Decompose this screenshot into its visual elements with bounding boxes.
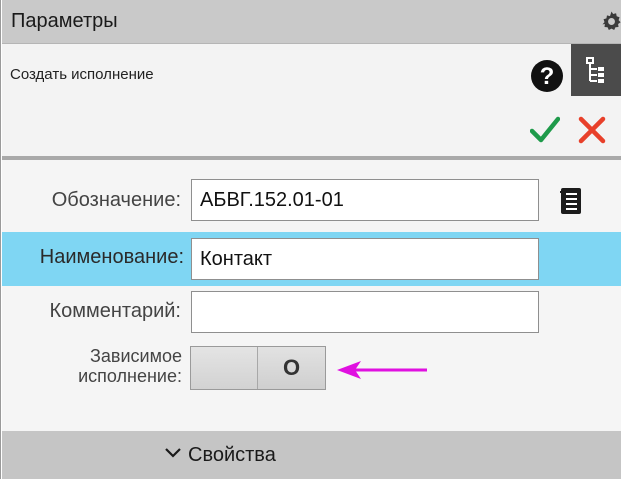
help-icon[interactable]: ? — [530, 59, 564, 93]
properties-expand-button[interactable]: Свойства — [164, 444, 276, 467]
dependent-version-label-line1: Зависимое — [90, 346, 182, 366]
panel-title: Параметры — [11, 10, 118, 32]
command-name: Создать исполнение — [10, 66, 154, 83]
dependent-version-label: Зависимое исполнение: — [62, 346, 182, 386]
panel-header: Параметры — [2, 0, 621, 44]
properties-section-header[interactable]: Свойства — [2, 431, 621, 479]
name-label: Наименование: — [39, 246, 184, 268]
comment-field[interactable] — [191, 291, 539, 333]
dependent-version-toggle[interactable]: O — [190, 346, 326, 390]
comment-label: Комментарий: — [49, 300, 181, 322]
dependent-version-label-line2: исполнение: — [78, 366, 182, 386]
command-area: Создать исполнение ? — [2, 44, 621, 156]
properties-form: Обозначение: АБВГ.152.01-01 Наименование… — [2, 160, 621, 431]
toggle-on-segment[interactable]: O — [258, 347, 325, 389]
name-field[interactable]: Контакт — [191, 238, 539, 280]
tree-view-button[interactable] — [571, 44, 621, 96]
toggle-off-segment[interactable] — [191, 347, 258, 389]
properties-label: Свойства — [188, 444, 276, 466]
close-icon[interactable] — [577, 116, 607, 144]
gear-icon[interactable] — [600, 9, 621, 34]
chevron-down-icon — [165, 448, 181, 458]
designation-field[interactable]: АБВГ.152.01-01 — [191, 179, 539, 221]
tree-view-icon — [586, 57, 604, 83]
checkmark-icon[interactable] — [530, 116, 560, 144]
svg-text:?: ? — [540, 63, 555, 90]
designation-label: Обозначение: — [51, 189, 181, 211]
list-icon[interactable] — [558, 186, 584, 216]
annotation-arrow — [337, 361, 427, 379]
parameters-panel: Параметры Создать исполнение ? Обозначен… — [0, 0, 621, 479]
